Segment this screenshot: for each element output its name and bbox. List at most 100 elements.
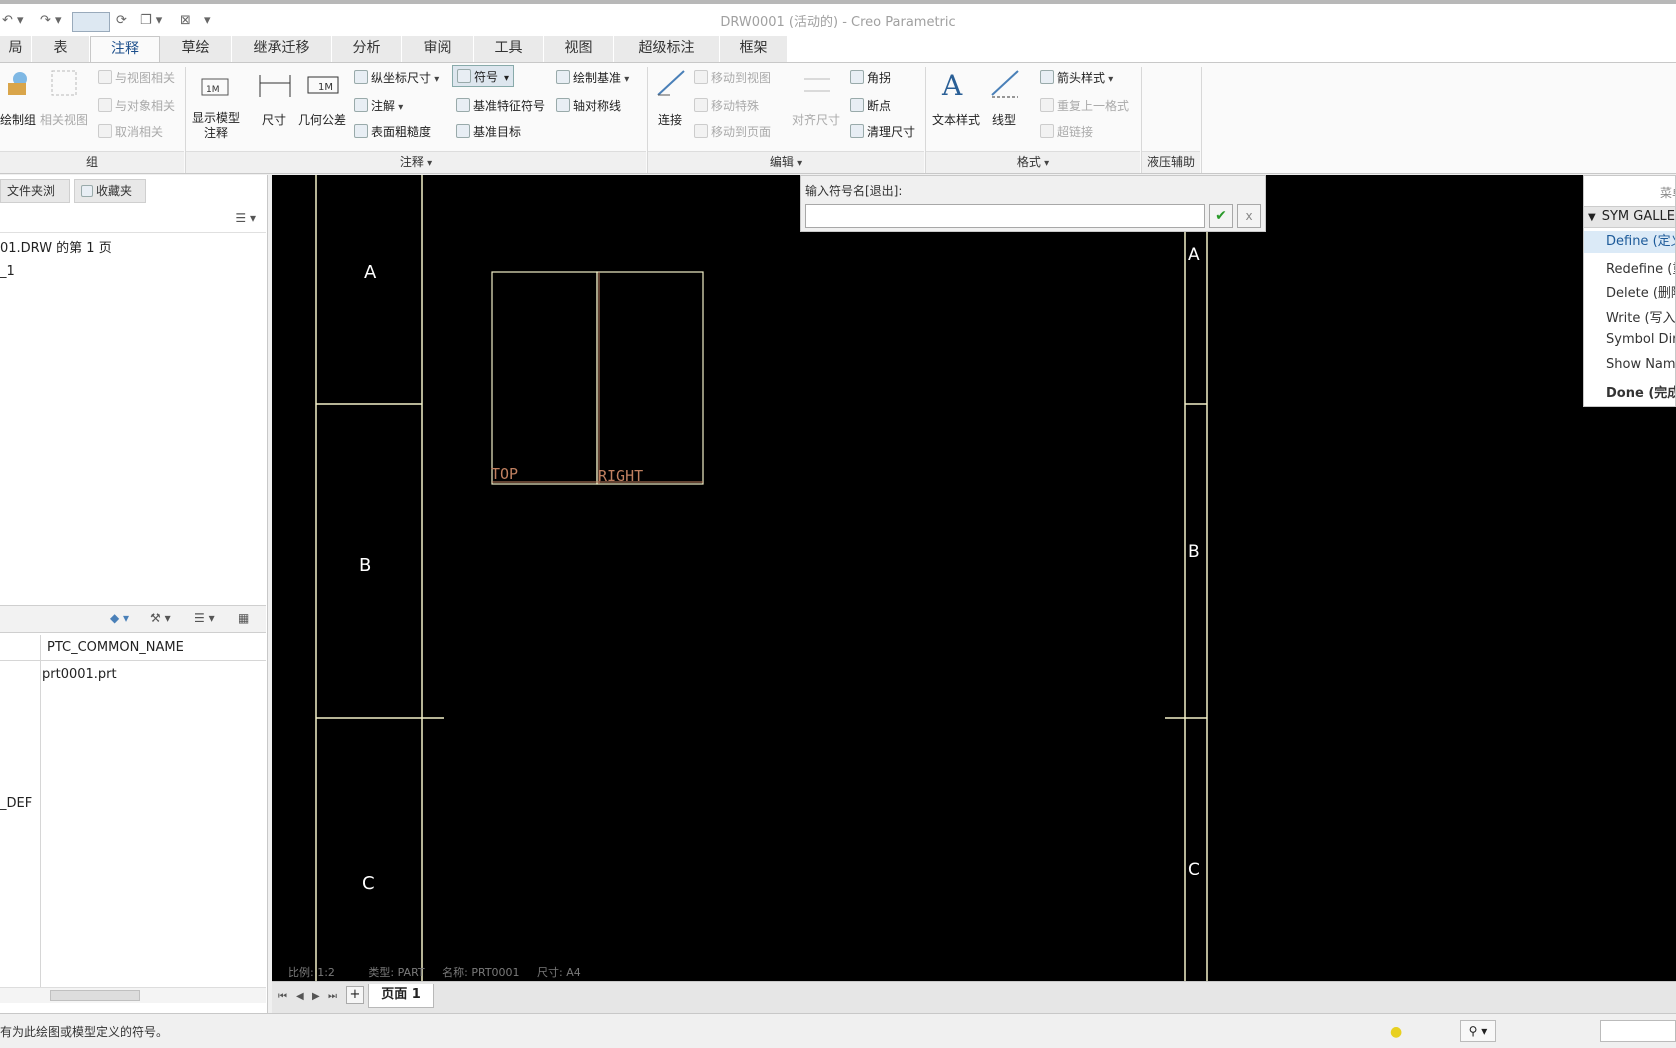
- group-label-edit[interactable]: 编辑: [648, 151, 924, 173]
- cancel-related-button[interactable]: 取消相关: [98, 123, 163, 140]
- view-label-right[interactable]: RIGHT: [598, 467, 643, 485]
- last-sheet-icon[interactable]: ⏭: [328, 991, 337, 1002]
- tools-icon[interactable]: ⚒ ▾: [150, 611, 171, 625]
- find-icon[interactable]: ⚲ ▾: [1460, 1020, 1496, 1042]
- symbol-name-input[interactable]: [805, 204, 1205, 228]
- cleanup-dim-icon: [850, 124, 864, 138]
- dimension-icon: [259, 75, 291, 97]
- tab-review[interactable]: 审阅: [402, 36, 474, 62]
- tab-table[interactable]: 表: [32, 36, 90, 62]
- sheet-type: 类型: PART: [368, 966, 425, 979]
- cleanup-dim-button[interactable]: 清理尺寸: [850, 123, 915, 140]
- horizontal-scrollbar[interactable]: [0, 987, 266, 1003]
- first-sheet-icon[interactable]: ⏮: [278, 991, 287, 1002]
- arrow-style-button[interactable]: 箭头样式: [1040, 69, 1113, 86]
- menu-item-symbol-dir[interactable]: Symbol Dir: [1606, 332, 1675, 347]
- surface-finish-button[interactable]: 表面粗糙度: [354, 123, 431, 140]
- tab-legacy-migration[interactable]: 继承迁移: [232, 36, 332, 62]
- ordinate-dim-button[interactable]: 纵坐标尺寸: [354, 69, 439, 86]
- repeat-format-icon: [1040, 98, 1054, 112]
- border-zone-b-right: B: [1188, 542, 1200, 562]
- status-message: 有为此绘图或模型定义的符号。: [0, 1025, 169, 1039]
- tab-folder-browser[interactable]: 文件夹浏览器: [0, 179, 70, 203]
- menu-item-delete[interactable]: Delete (删除): [1606, 282, 1675, 301]
- breakpoint-button[interactable]: 断点: [850, 97, 891, 114]
- tab-tools[interactable]: 工具: [474, 36, 544, 62]
- settings-icon[interactable]: ☰ ▾: [194, 611, 215, 625]
- group-label-hydraulic[interactable]: 液压辅助: [1142, 151, 1200, 173]
- prev-sheet-icon[interactable]: ◀: [296, 991, 304, 1002]
- text-style-button[interactable]: 文本样式: [932, 111, 980, 128]
- line-style-button[interactable]: 线型: [992, 111, 1016, 128]
- corner-button[interactable]: 角拐: [850, 69, 891, 86]
- tab-sketch[interactable]: 草绘: [160, 36, 232, 62]
- next-sheet-icon[interactable]: ▶: [312, 991, 320, 1002]
- status-indicator-icon[interactable]: ●: [1390, 1024, 1402, 1040]
- menu-item-redefine[interactable]: Redefine (重定义): [1606, 258, 1675, 277]
- selection-filter[interactable]: [1600, 1020, 1676, 1042]
- menu-item-write[interactable]: Write (写入): [1606, 307, 1675, 326]
- accept-button[interactable]: ✔: [1209, 204, 1233, 228]
- add-sheet-button[interactable]: +: [346, 986, 364, 1004]
- tab-analysis[interactable]: 分析: [332, 36, 402, 62]
- draw-datum-icon: [556, 70, 570, 84]
- cancel-button[interactable]: x: [1237, 204, 1261, 228]
- border-zone-a-right: A: [1188, 245, 1200, 265]
- column-header-common-name[interactable]: PTC_COMMON_NAME: [47, 640, 184, 655]
- move-special-button[interactable]: 移动特殊: [694, 97, 759, 114]
- collapse-icon[interactable]: ▼: [1588, 212, 1596, 223]
- tree-item-sheet[interactable]: 01.DRW 的第 1 页: [0, 237, 112, 256]
- group-label-annotation[interactable]: 注释: [186, 151, 646, 173]
- tab-favorites[interactable]: 收藏夹: [74, 179, 146, 203]
- tab-super-annotation[interactable]: 超级标注: [614, 36, 720, 62]
- hyperlink-button[interactable]: 超链接: [1040, 123, 1093, 140]
- menu-item-done[interactable]: Done (完成): [1606, 382, 1675, 401]
- sheet-tab-1[interactable]: 页面 1: [368, 984, 434, 1008]
- group-label-format[interactable]: 格式: [926, 151, 1140, 173]
- note-button[interactable]: 注解: [354, 97, 403, 114]
- dimension-button[interactable]: 尺寸: [262, 111, 286, 128]
- grid-cell-name[interactable]: prt0001.prt: [42, 667, 117, 682]
- tab-annotate[interactable]: 注释: [90, 36, 160, 62]
- menu-item-show-names[interactable]: Show Names: [1606, 357, 1675, 372]
- connect-button[interactable]: 连接: [658, 111, 682, 128]
- with-view-button[interactable]: 与视图相关: [98, 69, 175, 86]
- draw-group-button[interactable]: 绘制组: [0, 111, 36, 128]
- scrollbar-thumb[interactable]: [50, 990, 140, 1001]
- with-object-button[interactable]: 与对象相关: [98, 97, 175, 114]
- drawing-sheet[interactable]: [272, 175, 1676, 981]
- surface-finish-icon: [354, 124, 368, 138]
- view-label-top[interactable]: TOP: [491, 465, 518, 483]
- menu-item-define[interactable]: Define (定义): [1584, 231, 1675, 253]
- move-to-view-button[interactable]: 移动到视图: [694, 69, 771, 86]
- text-style-icon: A: [941, 69, 963, 101]
- geometric-tolerance-button[interactable]: 几何公差: [298, 111, 346, 128]
- graphics-window[interactable]: A B C A B C TOP RIGHT 比例: 1:2 类型: PART 名…: [272, 175, 1676, 981]
- tab-layout[interactable]: 局: [0, 36, 32, 62]
- align-dim-button[interactable]: 对齐尺寸: [792, 111, 840, 128]
- tab-frame[interactable]: 框架: [720, 36, 788, 62]
- datum-feature-symbol-button[interactable]: 基准特征符号: [456, 97, 545, 114]
- ordinate-dim-icon: [354, 70, 368, 84]
- repeat-format-button[interactable]: 重复上一格式: [1040, 97, 1129, 114]
- favorites-icon: [81, 185, 93, 197]
- show-settings-icon[interactable]: ☰ ▾: [235, 211, 256, 225]
- tab-view[interactable]: 视图: [544, 36, 614, 62]
- grid-row-label[interactable]: _DEF: [0, 796, 32, 811]
- title-bar: ↶ ▾ ↷ ▾ ⟳ ❐ ▾ ⊠ ▾ DRW0001 (活动的) - Creo P…: [0, 0, 1676, 34]
- symbol-button[interactable]: 符号 ▾: [452, 65, 515, 87]
- model-tree-icon[interactable]: ◆ ▾: [110, 611, 129, 625]
- axis-symmetric-button[interactable]: 轴对称线: [556, 97, 621, 114]
- datum-target-button[interactable]: 基准目标: [456, 123, 521, 140]
- column-divider: [40, 635, 41, 995]
- show-model-annotation-button[interactable]: 显示模型 注释: [192, 111, 240, 141]
- move-to-page-button[interactable]: 移动到页面: [694, 123, 771, 140]
- symbol-name-dialog: 输入符号名[退出]: ✔ x: [800, 175, 1266, 232]
- filter-icon[interactable]: ▦: [238, 611, 249, 625]
- symbol-dropdown-icon[interactable]: ▾: [504, 73, 509, 84]
- tree-item-view[interactable]: _1: [0, 264, 15, 279]
- related-view-button[interactable]: 相关视图: [40, 111, 88, 128]
- arrow-style-icon: [1040, 70, 1054, 84]
- sym-gallery-header[interactable]: ▼SYM GALLERY: [1584, 206, 1675, 228]
- draw-datum-button[interactable]: 绘制基准: [556, 69, 629, 86]
